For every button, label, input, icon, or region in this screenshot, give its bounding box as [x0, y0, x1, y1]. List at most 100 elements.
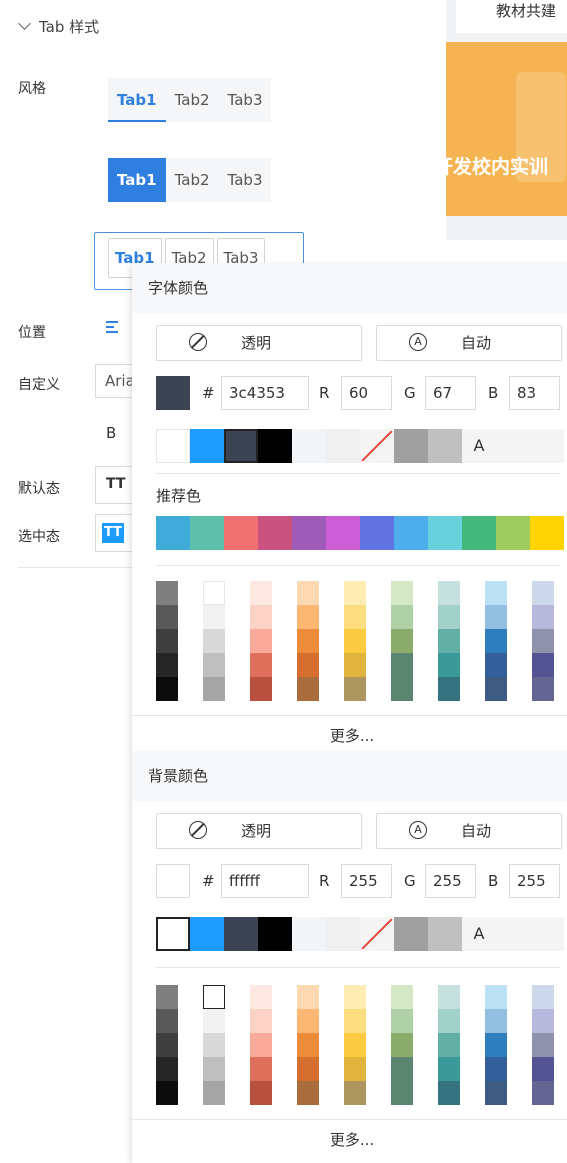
recommended-color-swatch[interactable] — [428, 516, 462, 550]
color-swatch[interactable] — [292, 917, 326, 951]
palette-color-swatch[interactable] — [438, 653, 460, 677]
palette-color-swatch[interactable] — [344, 1057, 366, 1081]
palette-color-swatch[interactable] — [297, 1081, 319, 1105]
color-swatch[interactable] — [258, 917, 292, 951]
palette-color-swatch[interactable] — [203, 605, 225, 629]
palette-color-swatch[interactable] — [532, 985, 554, 1009]
default-text-style-button[interactable]: TT — [95, 466, 135, 504]
palette-color-swatch[interactable] — [344, 677, 366, 701]
palette-color-swatch[interactable] — [156, 677, 178, 701]
more-colors-link[interactable]: 更多... — [132, 1119, 567, 1160]
color-swatch[interactable]: A — [462, 429, 496, 463]
palette-color-swatch[interactable] — [297, 1057, 319, 1081]
palette-color-swatch[interactable] — [344, 1009, 366, 1033]
section-header[interactable]: Tab 样式 — [18, 14, 99, 40]
palette-color-swatch[interactable] — [391, 1057, 413, 1081]
palette-color-swatch[interactable] — [532, 1009, 554, 1033]
font-family-select[interactable]: Aria — [95, 364, 135, 398]
r-input[interactable]: 255 — [341, 864, 392, 898]
b-input[interactable]: 83 — [509, 376, 560, 410]
transparent-button[interactable]: 透明 — [156, 813, 362, 849]
palette-color-swatch[interactable] — [156, 1057, 178, 1081]
palette-color-swatch[interactable] — [344, 581, 366, 605]
color-swatch[interactable] — [394, 429, 428, 463]
palette-color-swatch[interactable] — [250, 985, 272, 1009]
palette-color-swatch[interactable] — [156, 581, 178, 605]
palette-color-swatch[interactable] — [532, 677, 554, 701]
color-swatch[interactable] — [496, 917, 530, 951]
preview-tab[interactable]: 教材共建 — [456, 0, 567, 33]
tab-style-underline[interactable]: Tab1 Tab2 Tab3 — [108, 78, 272, 122]
palette-color-swatch[interactable] — [250, 1033, 272, 1057]
color-swatch[interactable] — [428, 917, 462, 951]
palette-color-swatch[interactable] — [438, 1057, 460, 1081]
palette-color-swatch[interactable] — [297, 581, 319, 605]
palette-color-swatch[interactable] — [391, 985, 413, 1009]
recommended-color-swatch[interactable] — [394, 516, 428, 550]
palette-color-swatch[interactable] — [203, 629, 225, 653]
more-colors-link[interactable]: 更多... — [132, 715, 567, 752]
auto-button[interactable]: A 自动 — [376, 813, 562, 849]
palette-color-swatch[interactable] — [532, 605, 554, 629]
color-swatch[interactable]: A — [462, 917, 496, 951]
palette-color-swatch[interactable] — [203, 653, 225, 677]
palette-color-swatch[interactable] — [391, 629, 413, 653]
color-swatch[interactable] — [326, 429, 360, 463]
color-swatch[interactable] — [394, 917, 428, 951]
palette-color-swatch[interactable] — [485, 629, 507, 653]
palette-color-swatch[interactable] — [250, 605, 272, 629]
palette-color-swatch[interactable] — [391, 581, 413, 605]
recommended-color-swatch[interactable] — [360, 516, 394, 550]
recommended-color-swatch[interactable] — [258, 516, 292, 550]
palette-color-swatch[interactable] — [297, 677, 319, 701]
palette-color-swatch[interactable] — [391, 653, 413, 677]
palette-color-swatch[interactable] — [344, 629, 366, 653]
palette-color-swatch[interactable] — [485, 1057, 507, 1081]
palette-color-swatch[interactable] — [485, 581, 507, 605]
palette-color-swatch[interactable] — [156, 1033, 178, 1057]
selected-text-style-button[interactable]: TT — [95, 514, 135, 552]
color-swatch[interactable] — [530, 917, 564, 951]
color-swatch[interactable] — [326, 917, 360, 951]
color-swatch[interactable] — [190, 917, 224, 951]
palette-color-swatch[interactable] — [344, 985, 366, 1009]
palette-color-swatch[interactable] — [485, 985, 507, 1009]
palette-color-swatch[interactable] — [203, 1009, 225, 1033]
palette-color-swatch[interactable] — [391, 1009, 413, 1033]
palette-color-swatch[interactable] — [203, 985, 225, 1009]
color-swatch[interactable] — [428, 429, 462, 463]
palette-color-swatch[interactable] — [297, 985, 319, 1009]
recommended-color-swatch[interactable] — [462, 516, 496, 550]
palette-color-swatch[interactable] — [391, 677, 413, 701]
color-swatch[interactable] — [360, 917, 394, 951]
palette-color-swatch[interactable] — [485, 1009, 507, 1033]
palette-color-swatch[interactable] — [485, 653, 507, 677]
palette-color-swatch[interactable] — [485, 1033, 507, 1057]
palette-color-swatch[interactable] — [532, 629, 554, 653]
palette-color-swatch[interactable] — [532, 581, 554, 605]
color-swatch[interactable] — [360, 429, 394, 463]
palette-color-swatch[interactable] — [297, 1033, 319, 1057]
palette-color-swatch[interactable] — [250, 677, 272, 701]
color-swatch[interactable] — [530, 429, 564, 463]
palette-color-swatch[interactable] — [156, 653, 178, 677]
palette-color-swatch[interactable] — [156, 605, 178, 629]
color-swatch[interactable] — [190, 429, 224, 463]
transparent-button[interactable]: 透明 — [156, 325, 362, 361]
auto-button[interactable]: A 自动 — [376, 325, 562, 361]
palette-color-swatch[interactable] — [438, 985, 460, 1009]
g-input[interactable]: 67 — [425, 376, 476, 410]
palette-color-swatch[interactable] — [532, 653, 554, 677]
palette-color-swatch[interactable] — [344, 605, 366, 629]
recommended-color-swatch[interactable] — [292, 516, 326, 550]
palette-color-swatch[interactable] — [438, 1033, 460, 1057]
bold-button[interactable]: B — [106, 424, 116, 442]
recommended-color-swatch[interactable] — [326, 516, 360, 550]
palette-color-swatch[interactable] — [344, 653, 366, 677]
recommended-color-swatch[interactable] — [224, 516, 258, 550]
palette-color-swatch[interactable] — [532, 1033, 554, 1057]
palette-color-swatch[interactable] — [438, 605, 460, 629]
palette-color-swatch[interactable] — [203, 1033, 225, 1057]
recommended-color-swatch[interactable] — [496, 516, 530, 550]
palette-color-swatch[interactable] — [438, 677, 460, 701]
